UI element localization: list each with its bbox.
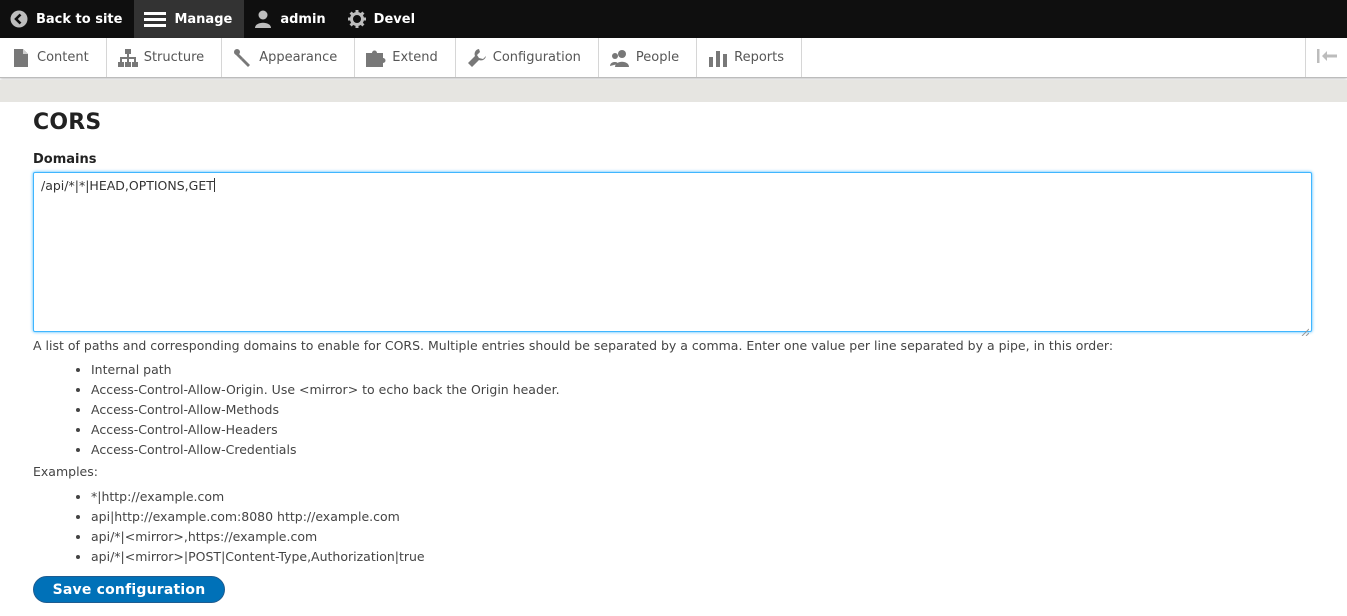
admin-toolbar: Back to site Manage admin Devel [0, 0, 1347, 38]
resize-grip-icon[interactable] [1301, 321, 1310, 337]
tray-item-reports[interactable]: Reports [697, 38, 802, 77]
tray-item-structure[interactable]: Structure [107, 38, 223, 77]
tray-item-configuration[interactable]: Configuration [456, 38, 599, 77]
tray-item-appearance[interactable]: Appearance [222, 38, 356, 77]
list-item: *|http://example.com [91, 487, 1313, 507]
devel-tab[interactable]: Devel [338, 0, 427, 38]
field-description: A list of paths and corresponding domain… [33, 338, 1114, 353]
tray-item-extend[interactable]: Extend [355, 38, 456, 77]
tray-item-label: Configuration [492, 50, 581, 65]
file-icon [11, 48, 31, 68]
list-item: Access-Control-Allow-Methods [91, 400, 1313, 420]
back-to-site-label: Back to site [36, 11, 123, 27]
list-item: Access-Control-Allow-Headers [91, 420, 1313, 440]
text-caret [213, 178, 215, 192]
list-item: api/*|<mirror>,https://example.com [91, 527, 1313, 547]
list-item: api/*|<mirror>|POST|Content-Type,Authori… [91, 547, 1313, 567]
admin-tray: Content Structure Appearance Extend Conf… [0, 38, 1347, 78]
tray-item-content[interactable]: Content [0, 38, 107, 77]
manage-tab[interactable]: Manage [134, 0, 245, 38]
order-list: Internal path Access-Control-Allow-Origi… [91, 360, 1313, 460]
examples-list: *|http://example.com api|http://example.… [91, 487, 1313, 567]
devel-label: Devel [373, 11, 416, 27]
examples-label: Examples: [33, 464, 98, 479]
tray-item-label: People [635, 50, 680, 65]
domains-textarea[interactable]: /api/*|*|HEAD,OPTIONS,GET [33, 172, 1312, 337]
page-title: CORS [33, 110, 102, 135]
paintbrush-icon [233, 48, 253, 68]
main-content: CORS Domains /api/*|*|HEAD,OPTIONS,GET A… [33, 102, 1313, 567]
domains-field-label: Domains [33, 152, 97, 167]
tray-item-label: Reports [734, 50, 784, 65]
user-tab[interactable]: admin [244, 0, 337, 38]
back-to-site-link[interactable]: Back to site [0, 0, 134, 38]
tray-item-label: Content [37, 50, 89, 65]
save-configuration-button[interactable]: Save configuration [33, 576, 225, 603]
manage-label: Manage [174, 11, 233, 27]
sitemap-icon [117, 48, 138, 68]
chevron-left-circle-icon [10, 10, 28, 28]
list-item: Internal path [91, 360, 1313, 380]
puzzle-icon [366, 48, 386, 68]
user-label: admin [280, 11, 326, 27]
tray-item-label: Structure [143, 50, 205, 65]
user-icon [254, 10, 272, 28]
bar-chart-icon [708, 48, 728, 68]
gear-icon [347, 10, 366, 28]
domains-value-text: /api/*|*|HEAD,OPTIONS,GET [41, 178, 214, 193]
tray-item-label: Extend [392, 50, 438, 65]
collapse-left-icon [1316, 48, 1337, 68]
tray-orientation-toggle[interactable] [1305, 38, 1347, 77]
wrench-icon [467, 48, 487, 68]
list-item: api|http://example.com:8080 http://examp… [91, 507, 1313, 527]
region-divider [0, 80, 1347, 102]
people-icon [609, 48, 630, 68]
list-item: Access-Control-Allow-Origin. Use <mirror… [91, 380, 1313, 400]
tray-item-label: Appearance [259, 50, 338, 65]
list-item: Access-Control-Allow-Credentials [91, 440, 1313, 460]
hamburger-menu-icon [144, 10, 167, 28]
domains-textarea-value: /api/*|*|HEAD,OPTIONS,GET [41, 178, 215, 193]
tray-item-people[interactable]: People [599, 38, 698, 77]
